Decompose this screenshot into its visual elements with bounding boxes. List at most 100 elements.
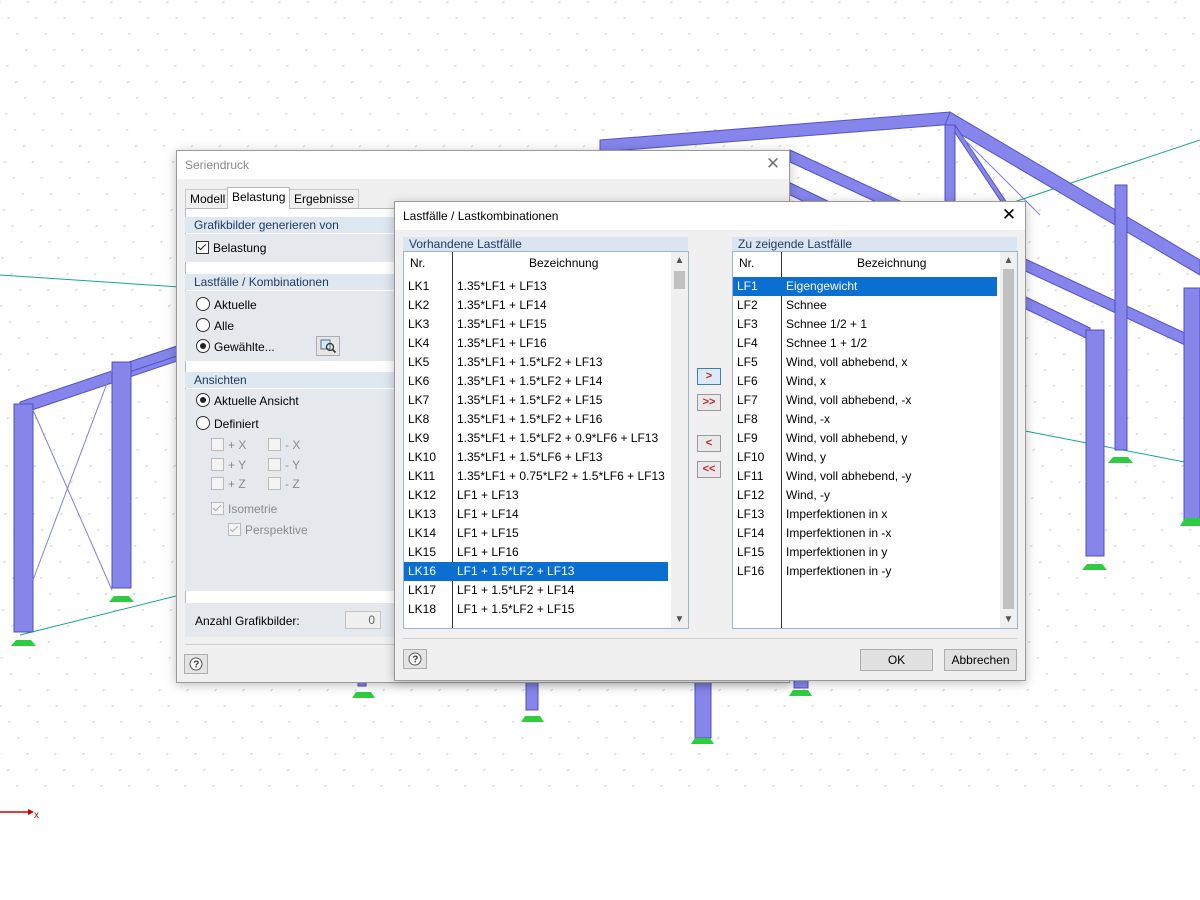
plus-y-label: + Y [228, 458, 247, 472]
checkbox-perspektive[interactable]: Perspektive [228, 522, 308, 538]
list-row[interactable]: LF6 Wind, x [733, 372, 997, 391]
anzahl-label: Anzahl Grafikbilder: [195, 614, 300, 628]
close-icon[interactable]: ✕ [999, 205, 1019, 225]
lastfaelle-dialog: Lastfälle / Lastkombinationen ✕ Vorhande… [394, 201, 1026, 681]
list-row[interactable]: LK18 LF1 + 1.5*LF2 + LF15 [404, 600, 668, 619]
scroll-thumb[interactable] [1003, 269, 1014, 609]
list-row[interactable]: LK15 LF1 + LF16 [404, 543, 668, 562]
list-row[interactable]: LK9 1.35*LF1 + 1.5*LF2 + 0.9*LF6 + LF13 [404, 429, 668, 448]
row-nr: LF4 [737, 336, 758, 350]
close-icon[interactable]: ✕ [763, 154, 783, 174]
anzahl-group: Anzahl Grafikbilder: 0 [185, 603, 405, 637]
move-all-right-button[interactable]: >> [697, 394, 721, 411]
row-bezeichnung: 1.35*LF1 + LF14 [457, 298, 547, 312]
list-row[interactable]: LF12 Wind, -y [733, 486, 997, 505]
radio-alle[interactable]: Alle [196, 318, 234, 334]
list-row[interactable]: LF8 Wind, -x [733, 410, 997, 429]
list-row[interactable]: LF7 Wind, voll abhebend, -x [733, 391, 997, 410]
checkbox-plus-x[interactable]: + X [211, 437, 246, 453]
zu-zeigende-list[interactable]: Nr. Bezeichnung LF1 Eigengewicht LF2 Schnee… [732, 251, 1018, 629]
scroll-up-icon[interactable]: ▲ [671, 252, 688, 269]
select-loadcases-button[interactable] [316, 336, 340, 356]
list-row[interactable]: LF9 Wind, voll abhebend, y [733, 429, 997, 448]
move-left-button[interactable]: < [697, 435, 721, 452]
row-nr: LF1 [737, 279, 758, 293]
row-nr: LK16 [408, 564, 437, 578]
row-nr: LK14 [408, 526, 437, 540]
list-row[interactable]: LF4 Schnee 1 + 1/2 [733, 334, 997, 353]
scrollbar[interactable]: ▲ ▼ [671, 252, 688, 628]
radio-aktuelle[interactable]: Aktuelle [196, 297, 257, 313]
row-nr: LF8 [737, 412, 758, 426]
list-row[interactable]: LK4 1.35*LF1 + LF16 [404, 334, 668, 353]
row-bezeichnung: Wind, voll abhebend, x [786, 355, 908, 369]
row-bezeichnung: LF1 + 1.5*LF2 + LF13 [457, 564, 575, 578]
list-row[interactable]: LF5 Wind, voll abhebend, x [733, 353, 997, 372]
scroll-thumb[interactable] [674, 271, 685, 289]
checkbox-plus-y[interactable]: + Y [211, 457, 246, 473]
divider [403, 638, 1017, 639]
radio-aktuelle-ansicht[interactable]: Aktuelle Ansicht [196, 393, 299, 409]
list-row[interactable]: LK13 LF1 + LF14 [404, 505, 668, 524]
checkbox-minus-z[interactable]: - Z [268, 476, 300, 492]
row-nr: LK2 [408, 298, 430, 312]
lastfaelle-header: Lastfälle / Kombinationen [185, 274, 405, 290]
list-row[interactable]: LK1 1.35*LF1 + LF13 [404, 277, 668, 296]
checkbox-plus-z[interactable]: + Z [211, 476, 246, 492]
tab-ergebnisse[interactable]: Ergebnisse [289, 189, 360, 208]
list-row[interactable]: LK2 1.35*LF1 + LF14 [404, 296, 668, 315]
belastung-checkbox[interactable]: Belastung [196, 240, 266, 256]
checkbox-minus-x[interactable]: - X [268, 437, 300, 453]
list-row[interactable]: LK12 LF1 + LF13 [404, 486, 668, 505]
row-nr: LK6 [408, 374, 430, 388]
list-row[interactable]: LF15 Imperfektionen in y [733, 543, 997, 562]
scroll-up-icon[interactable]: ▲ [1000, 252, 1017, 269]
list-row[interactable]: LF11 Wind, voll abhebend, -y [733, 467, 997, 486]
list-row[interactable]: LK6 1.35*LF1 + 1.5*LF2 + LF14 [404, 372, 668, 391]
list-row[interactable]: LF14 Imperfektionen in -x [733, 524, 997, 543]
radio-definiert[interactable]: Definiert [196, 416, 259, 432]
tab-modell[interactable]: Modell [185, 189, 231, 208]
cancel-button[interactable]: Abbrechen [944, 649, 1017, 671]
row-nr: LK10 [408, 450, 437, 464]
help-button[interactable]: ? [184, 654, 208, 674]
radio-gewaehlte-label: Gewählte... [214, 340, 275, 354]
list-row[interactable]: LF1 Eigengewicht [733, 277, 997, 296]
checkbox-icon [268, 438, 281, 451]
list-row[interactable]: LK10 1.35*LF1 + 1.5*LF6 + LF13 [404, 448, 668, 467]
list-row[interactable]: LK8 1.35*LF1 + 1.5*LF2 + LF16 [404, 410, 668, 429]
vorhandene-list[interactable]: Nr. Bezeichnung LK1 1.35*LF1 + LF13 LK2 1.3… [403, 251, 689, 629]
list-row[interactable]: LK14 LF1 + LF15 [404, 524, 668, 543]
help-button[interactable]: ? [403, 649, 427, 669]
list-row[interactable]: LF2 Schnee [733, 296, 997, 315]
checkbox-isometrie[interactable]: Isometrie [211, 501, 277, 517]
radio-gewaehlte[interactable]: Gewählte... [196, 339, 275, 355]
row-nr: LK15 [408, 545, 437, 559]
scrollbar[interactable]: ▲ ▼ [1000, 252, 1017, 628]
row-nr: LF12 [737, 488, 765, 502]
list-row[interactable]: LK5 1.35*LF1 + 1.5*LF2 + LF13 [404, 353, 668, 372]
list-row[interactable]: LF16 Imperfektionen in -y [733, 562, 997, 581]
move-all-left-button[interactable]: << [697, 461, 721, 478]
scroll-down-icon[interactable]: ▼ [671, 611, 688, 628]
checkbox-icon [228, 523, 241, 536]
checkbox-minus-y[interactable]: - Y [268, 457, 300, 473]
tab-belastung[interactable]: Belastung [227, 187, 291, 209]
row-nr: LF15 [737, 545, 765, 559]
list-row[interactable]: LF13 Imperfektionen in x [733, 505, 997, 524]
row-bezeichnung: 1.35*LF1 + 1.5*LF2 + LF16 [457, 412, 603, 426]
list-row[interactable]: LK16 LF1 + 1.5*LF2 + LF13 [404, 562, 668, 581]
checkbox-icon [268, 477, 281, 490]
list-row[interactable]: LF3 Schnee 1/2 + 1 [733, 315, 997, 334]
row-nr: LK11 [408, 469, 436, 483]
move-right-button[interactable]: > [697, 368, 721, 385]
scroll-down-icon[interactable]: ▼ [1000, 611, 1017, 628]
list-row[interactable]: LK7 1.35*LF1 + 1.5*LF2 + LF15 [404, 391, 668, 410]
list-row[interactable]: LK3 1.35*LF1 + LF15 [404, 315, 668, 334]
isometrie-label: Isometrie [228, 502, 278, 516]
row-nr: LF5 [737, 355, 758, 369]
list-row[interactable]: LK17 LF1 + 1.5*LF2 + LF14 [404, 581, 668, 600]
ok-button[interactable]: OK [860, 649, 933, 671]
list-row[interactable]: LK11 1.35*LF1 + 0.75*LF2 + 1.5*LF6 + LF13 [404, 467, 668, 486]
list-row[interactable]: LF10 Wind, y [733, 448, 997, 467]
